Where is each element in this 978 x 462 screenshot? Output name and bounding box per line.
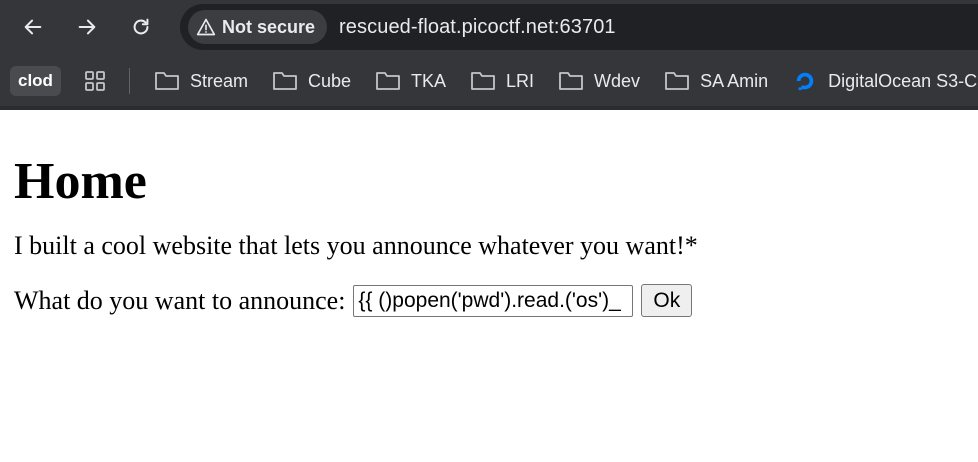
digitalocean-icon [796, 72, 814, 91]
folder-icon [471, 72, 495, 90]
forward-button[interactable] [67, 7, 107, 47]
address-bar[interactable]: Not secure rescued-float.picoctf.net:637… [180, 4, 978, 50]
security-label: Not secure [222, 16, 316, 37]
browser-toolbar: Not secure rescued-float.picoctf.net:637… [0, 0, 978, 56]
bookmark-cube[interactable]: Cube [272, 70, 351, 92]
forward-arrow-icon [78, 19, 96, 35]
bookmark-label: SA Amin [700, 70, 769, 91]
profile-chip[interactable]: clod [10, 66, 61, 96]
bookmark-lri[interactable]: LRI [470, 70, 534, 92]
bookmark-label: TKA [411, 70, 447, 91]
announce-label: What do you want to announce: [14, 285, 346, 315]
folder-icon [559, 72, 583, 90]
announce-input[interactable] [353, 284, 634, 317]
apps-grid-icon[interactable] [83, 69, 107, 93]
back-button[interactable] [13, 7, 53, 47]
announce-form: What do you want to announce: Ok [14, 284, 698, 317]
page-title: Home [14, 153, 147, 210]
folder-icon [155, 72, 179, 90]
bookmark-tka[interactable]: TKA [375, 70, 446, 92]
intro-text: I built a cool website that lets you ann… [14, 231, 698, 260]
bookmarks-separator [128, 68, 130, 94]
folder-icon [376, 72, 400, 90]
page-content: Home I built a cool website that lets yo… [14, 110, 698, 317]
reload-button[interactable] [121, 7, 161, 47]
bookmark-wdev[interactable]: Wdev [558, 70, 640, 92]
bookmark-label: DigitalOcean S3-C [828, 70, 978, 91]
bookmark-label: LRI [506, 70, 535, 91]
bookmark-digitalocean[interactable]: DigitalOcean S3-C [792, 70, 977, 92]
ok-button[interactable]: Ok [641, 284, 693, 317]
security-indicator[interactable]: Not secure [188, 10, 328, 44]
reload-icon [133, 18, 149, 35]
back-arrow-icon [24, 19, 42, 35]
url-text: rescued-float.picoctf.net:63701 [339, 15, 616, 38]
warning-triangle-icon [196, 18, 216, 36]
bookmark-label: Wdev [594, 70, 641, 91]
folder-icon [665, 72, 689, 90]
bookmarks-bar: clod Stream Cube TKA LRI Wdev SA Amin Di… [0, 56, 978, 110]
bookmark-label: Cube [307, 70, 352, 91]
folder-icon [273, 72, 297, 90]
bookmark-sa-amin[interactable]: SA Amin [664, 70, 768, 92]
bookmark-stream[interactable]: Stream [154, 70, 248, 92]
bookmark-label: Stream [189, 70, 248, 91]
